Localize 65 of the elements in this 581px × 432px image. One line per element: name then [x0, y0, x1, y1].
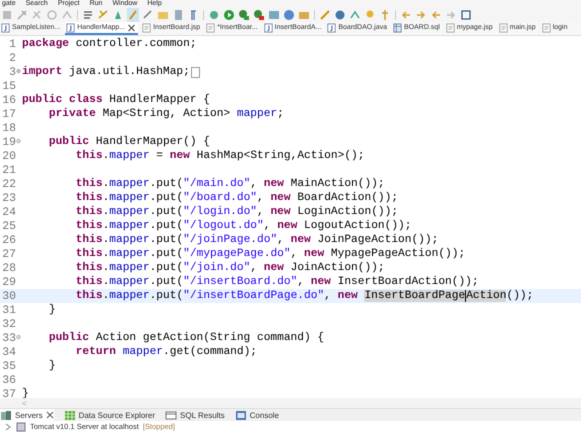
- line-number: 25: [2, 220, 16, 232]
- page-icon[interactable]: [172, 8, 184, 22]
- code-text: this.mapper.put("/main.do", new MainAction());: [74, 178, 385, 190]
- line-number: 24: [2, 206, 16, 218]
- line-number: 37: [2, 388, 16, 398]
- highlighted-text: InsertBoardPage: [364, 290, 466, 302]
- line-number: 21: [2, 164, 16, 176]
- line-number: 35: [2, 360, 16, 372]
- line-number: 26: [2, 234, 16, 246]
- code-text: }: [48, 304, 56, 316]
- code-text: ());: [506, 290, 534, 302]
- line-number: 33: [2, 332, 16, 344]
- line-number: 27: [2, 248, 16, 260]
- code-text: this.mapper.put("/joinPage.do", new JoinPageAction());: [74, 234, 438, 246]
- line-number: 2: [9, 52, 16, 64]
- view-tab[interactable]: Servers: [0, 409, 54, 421]
- run-icon[interactable]: [223, 8, 235, 22]
- line-number: 19: [2, 136, 16, 148]
- code-text: this.mapper.put("/board.do", new BoardAction());: [74, 192, 398, 204]
- line-number: 17: [2, 108, 16, 120]
- view-tab[interactable]: SQL Results: [165, 409, 225, 421]
- servers-icon: [0, 409, 12, 421]
- code-text: this.mapper.put("/mypagePage.do", new MypagePageAction());: [74, 248, 466, 260]
- console-icon: [234, 409, 247, 421]
- code-text: public Action getAction(String command) {: [48, 332, 324, 344]
- line-number: 3: [9, 66, 16, 78]
- code-text: package controller.common;: [22, 38, 197, 50]
- line-number: 30: [2, 290, 16, 302]
- code-text: this.mapper = new HashMap<String,Action>();: [74, 150, 364, 162]
- code-text: this.mapper.put("/login.do", new LoginAction());: [74, 206, 398, 218]
- highlighted-text: Action: [466, 290, 506, 302]
- code-text: }: [48, 360, 56, 372]
- code-text: public class HandlerMapper {: [22, 94, 210, 106]
- line-number: 34: [2, 346, 16, 358]
- line-number: 31: [2, 304, 16, 316]
- table-file-icon: [393, 22, 402, 32]
- view-tab[interactable]: Console: [234, 409, 280, 421]
- line-number: 29: [2, 276, 16, 288]
- sql-icon: [165, 409, 178, 421]
- code-text: public HandlerMapper() {: [48, 136, 210, 148]
- code-text: this.mapper.put("/insertBoard.do", new InsertBoardAction());: [74, 276, 479, 288]
- code-text: this.mapper.put("/join.do", new JoinAction());: [74, 262, 385, 274]
- datasource-icon: [64, 409, 76, 421]
- close-icon[interactable]: [46, 411, 54, 419]
- line-number: 23: [2, 192, 16, 204]
- line-number: 18: [2, 122, 16, 134]
- code-text: import java.util.HashMap;: [22, 66, 190, 78]
- line-number: 15: [2, 80, 16, 92]
- code-text: return mapper.get(command);: [74, 346, 258, 358]
- line-number: 1: [9, 38, 16, 50]
- folded-code-marker[interactable]: [190, 66, 200, 78]
- line-number: 16: [2, 94, 16, 106]
- code-text: }: [22, 388, 29, 398]
- square-icon[interactable]: [1, 8, 13, 22]
- code-text: this.mapper.put("/logout.do", new LogoutAction());: [74, 220, 412, 232]
- line-number: 36: [2, 374, 16, 386]
- view-tab[interactable]: Data Source Explorer: [64, 409, 156, 421]
- line-number: 32: [2, 318, 16, 330]
- close-icon[interactable]: [127, 22, 136, 32]
- line-number: 22: [2, 178, 16, 190]
- line-number: 28: [2, 262, 16, 274]
- line-number: 20: [2, 150, 16, 162]
- server-icon: [16, 422, 26, 432]
- code-text: this.mapper.put("/insertBoardPage.do", new: [74, 290, 359, 302]
- code-text: private Map<String, Action> mapper;: [48, 108, 284, 120]
